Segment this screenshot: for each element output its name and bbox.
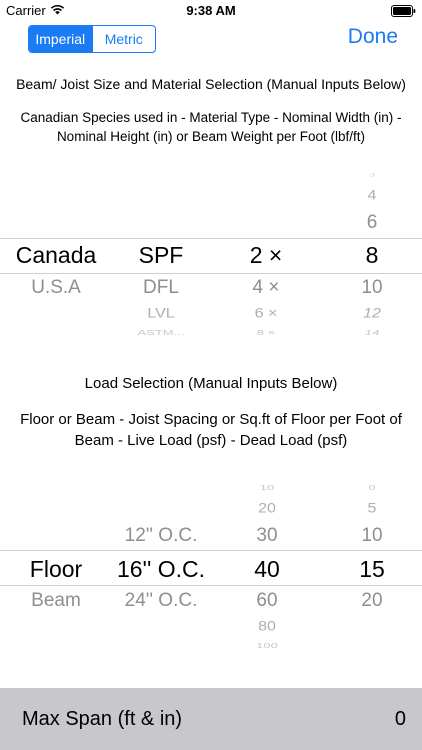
material-section-title: Beam/ Joist Size and Material Selection … <box>16 76 406 92</box>
dead-load-option[interactable]: 5 <box>322 501 422 516</box>
height-option[interactable]: 4 <box>322 188 422 203</box>
load-picker[interactable]: Floor Beam 12'' O.C. 16'' O.C. 24'' O.C.… <box>0 470 422 660</box>
segment-imperial[interactable]: Imperial <box>29 26 92 52</box>
species-selected[interactable]: SPF <box>106 242 216 269</box>
width-selected[interactable]: 2 × <box>216 242 316 269</box>
width-option[interactable]: 8 × <box>216 328 316 336</box>
width-option[interactable]: 4 × <box>216 277 316 299</box>
region-column[interactable]: Canada U.S.A <box>0 160 112 340</box>
live-load-option[interactable]: 80 <box>216 619 318 634</box>
material-section-description: Canadian Species used in - Material Type… <box>20 110 402 144</box>
species-column[interactable]: SPF DFL LVL ASTM... <box>106 160 216 340</box>
height-option[interactable]: 10 <box>322 277 422 299</box>
material-picker[interactable]: Canada U.S.A SPF DFL LVL ASTM... 2 × 4 ×… <box>0 160 422 340</box>
live-load-option[interactable]: 60 <box>216 590 318 612</box>
region-option[interactable]: U.S.A <box>0 277 112 299</box>
width-column[interactable]: 2 × 4 × 6 × 8 × <box>216 160 316 340</box>
dead-load-column[interactable]: 0 5 10 15 20 <box>322 470 422 660</box>
height-option[interactable]: 6 <box>322 212 422 234</box>
toolbar: Imperial Metric Done <box>0 22 422 58</box>
joist-spacing-option[interactable]: 12'' O.C. <box>106 525 216 547</box>
dead-load-option[interactable]: 0 <box>322 483 422 491</box>
dead-load-option[interactable]: 10 <box>322 525 422 547</box>
load-section-title: Load Selection (Manual Inputs Below) <box>84 375 338 392</box>
dead-load-option[interactable]: 20 <box>322 590 422 612</box>
species-option[interactable]: DFL <box>106 277 216 299</box>
status-time: 9:38 AM <box>186 3 236 18</box>
load-type-selected[interactable]: Floor <box>0 556 112 583</box>
height-selected[interactable]: 8 <box>322 242 422 269</box>
height-column[interactable]: 3 4 6 8 10 12 14 <box>322 160 422 340</box>
height-option[interactable]: 14 <box>322 328 422 336</box>
segment-metric[interactable]: Metric <box>91 26 156 52</box>
live-load-option[interactable]: 100 <box>216 641 318 649</box>
joist-spacing-column[interactable]: 12'' O.C. 16'' O.C. 24'' O.C. <box>106 470 216 660</box>
load-type-column[interactable]: Floor Beam <box>0 470 112 660</box>
unit-segmented-control[interactable]: Imperial Metric <box>28 25 156 53</box>
max-span-label: Max Span (ft & in) <box>22 708 183 730</box>
width-option[interactable]: 6 × <box>216 306 316 321</box>
live-load-option[interactable]: 10 <box>216 483 318 491</box>
live-load-option[interactable]: 30 <box>216 525 318 547</box>
load-type-option[interactable]: Beam <box>0 590 112 612</box>
done-button[interactable]: Done <box>348 25 398 49</box>
height-option[interactable]: 3 <box>322 173 422 178</box>
species-option[interactable]: LVL <box>106 306 216 321</box>
joist-spacing-selected[interactable]: 16'' O.C. <box>106 556 216 583</box>
live-load-option[interactable]: 20 <box>216 501 318 516</box>
region-selected[interactable]: Canada <box>0 242 112 269</box>
dead-load-selected[interactable]: 15 <box>322 556 422 583</box>
live-load-selected[interactable]: 40 <box>216 556 318 583</box>
joist-spacing-option[interactable]: 24'' O.C. <box>106 590 216 612</box>
live-load-column[interactable]: 10 20 30 40 60 80 100 <box>216 470 318 660</box>
status-bar: Carrier 9:38 AM <box>0 0 422 22</box>
battery-icon <box>391 5 416 17</box>
load-section-description: Floor or Beam - Joist Spacing or Sq.ft o… <box>20 411 402 449</box>
height-option[interactable]: 12 <box>322 306 422 321</box>
max-span-value: 0 <box>394 708 406 730</box>
result-bar: Max Span (ft & in) 0 <box>0 688 422 750</box>
species-option[interactable]: ASTM... <box>106 328 216 336</box>
